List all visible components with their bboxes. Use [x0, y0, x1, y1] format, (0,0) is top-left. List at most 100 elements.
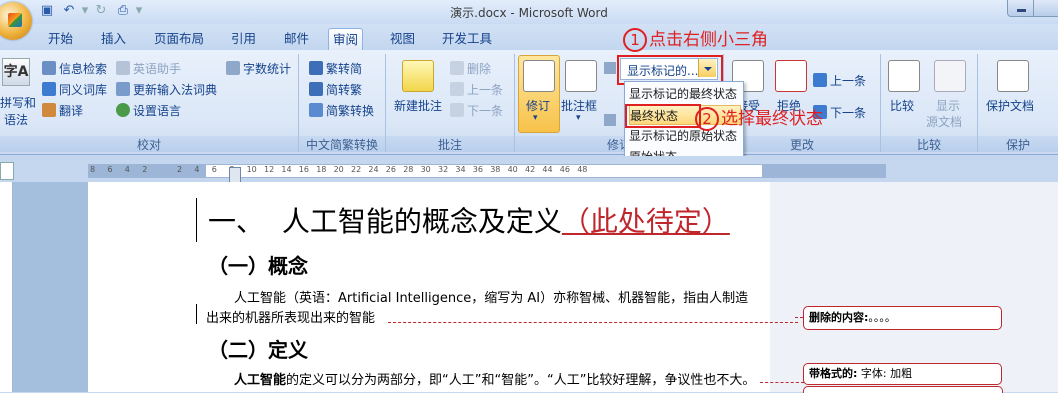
to-simplified-button[interactable]: 繁转简: [309, 60, 362, 77]
minimize-button[interactable]: [1007, 0, 1035, 17]
group-label-changes: 更改: [724, 136, 880, 152]
ruler-tick-label: 32: [438, 165, 449, 174]
next-comment-button[interactable]: 下一条: [450, 102, 503, 119]
ruler-tick-label: 28: [403, 165, 414, 174]
balloons-button[interactable]: 批注框: [561, 97, 597, 114]
ruler-tick-label: 18: [316, 165, 327, 174]
new-comment-button[interactable]: 新建批注: [394, 97, 442, 114]
chinese-conversion-button[interactable]: 简繁转换: [309, 102, 374, 119]
step2-number: 2: [695, 107, 719, 131]
track-changes-label: 修订: [526, 99, 551, 113]
display-markup-icon: [604, 62, 616, 74]
office-logo-icon: [8, 13, 22, 27]
tab-developer[interactable]: 开发工具: [438, 28, 496, 50]
change-bar: [196, 304, 197, 324]
inserted-text: （此处待定）: [561, 205, 730, 238]
english-assistant-button[interactable]: 英语助手: [116, 60, 181, 77]
research-icon: [42, 61, 56, 75]
ruler-tick-label: 16: [298, 165, 309, 174]
thesaurus-button[interactable]: 同义词库: [42, 81, 107, 98]
lock-icon: [997, 60, 1029, 92]
translate-button[interactable]: 翻译: [42, 102, 83, 119]
ruler-tick-label: 34: [455, 165, 466, 174]
translate-icon: [42, 103, 56, 117]
tab-insert[interactable]: 插入: [97, 28, 130, 50]
ruler-tick-label: 22: [351, 165, 362, 174]
word-count-icon: [226, 61, 240, 75]
maximize-button[interactable]: [1033, 0, 1058, 17]
ruler-tick-label: 36: [472, 165, 483, 174]
spelling-line2[interactable]: 语法: [4, 111, 28, 128]
tab-home[interactable]: 开始: [44, 28, 77, 50]
previous-change-button[interactable]: 上一条: [813, 72, 866, 89]
protect-document-button[interactable]: 保护文档: [986, 97, 1034, 114]
ruler-tick-label: 6: [107, 165, 113, 174]
ruler-tick-label: 8: [90, 165, 96, 174]
tab-mailings[interactable]: 邮件: [280, 28, 313, 50]
vertical-ruler: [0, 182, 13, 392]
delete-comment-button[interactable]: 删除: [450, 60, 491, 77]
show-source-line1[interactable]: 显示: [936, 97, 960, 114]
window-title: 演示.docx - Microsoft Word: [450, 6, 608, 20]
balloons-dropdown-icon[interactable]: ▾: [576, 113, 581, 123]
ime-dictionary-icon: [116, 82, 130, 96]
track-changes-dropdown-icon[interactable]: ▾: [533, 113, 538, 123]
set-language-button[interactable]: 设置语言: [116, 102, 181, 119]
to-traditional-button[interactable]: 简转繁: [309, 81, 362, 98]
language-globe-icon: [116, 103, 130, 117]
formatted-balloon[interactable]: 带格式的: 字体: 加粗: [803, 363, 1002, 385]
tab-selector[interactable]: [0, 162, 14, 180]
heading-2-definition: （二）定义: [208, 338, 308, 362]
ruler-tick-label: 4: [194, 165, 200, 174]
ruler-tick-label: 20: [333, 165, 344, 174]
annotation-step-2: 2 选择最终状态: [695, 104, 823, 131]
spelling-icon: 字A: [2, 58, 30, 86]
indent-marker-icon[interactable]: [229, 167, 241, 183]
ruler-tick-label: 48: [577, 165, 588, 174]
markup-area: [770, 182, 1058, 392]
tab-view[interactable]: 视图: [386, 28, 419, 50]
ruler-tick-label: 24: [368, 165, 379, 174]
compare-button[interactable]: 比较: [890, 97, 914, 114]
previous-comment-icon: [450, 82, 464, 96]
annotation-step-1: 1 点击右侧小三角: [623, 25, 768, 52]
group-label-protect: 保护: [978, 136, 1058, 152]
word-count-button[interactable]: 字数统计: [226, 60, 291, 77]
menu-item-final-showing-markup[interactable]: 显示标记的最终状态: [629, 84, 741, 104]
previous-change-icon: [813, 73, 827, 87]
ruler-numbers: 8642246810121416182022242628303234363840…: [88, 165, 888, 177]
paragraph-1-line-1: 人工智能（英语：Artificial Intelligence，缩写为 AI）亦…: [234, 291, 749, 306]
paragraph-1-line-2: 出来的机器所表现出来的智能: [206, 311, 376, 326]
paragraph-2: 人工智能的定义可以分为两部分，即“人工”和“智能”。“人工”比较好理解，争议性也…: [234, 373, 756, 388]
delete-comment-icon: [450, 61, 464, 75]
group-label-compare: 比较: [881, 136, 977, 152]
step1-number: 1: [623, 28, 647, 52]
ruler-tick-label: 44: [542, 165, 553, 174]
to-simplified-icon: [309, 61, 323, 75]
research-button[interactable]: 信息检索: [42, 60, 107, 77]
tab-references[interactable]: 引用: [227, 28, 260, 50]
ruler-tick-label: 46: [559, 165, 570, 174]
new-comment-icon: [402, 60, 434, 92]
show-markup-icon: [604, 114, 616, 126]
tab-review[interactable]: 审阅: [328, 28, 364, 51]
conversion-icon: [309, 103, 323, 117]
ruler-tick-label: 2: [177, 165, 183, 174]
highlight-box-2: [625, 104, 701, 128]
spelling-line1[interactable]: 拼写和: [0, 94, 36, 111]
balloon-connector: [760, 382, 804, 383]
show-source-line2[interactable]: 源文档: [926, 113, 962, 130]
next-comment-icon: [450, 103, 464, 117]
ruler-tick-label: 12: [264, 165, 275, 174]
track-changes-icon: [523, 60, 555, 92]
to-traditional-icon: [309, 82, 323, 96]
update-ime-button[interactable]: 更新输入法词典: [116, 81, 217, 98]
minimize-icon: [1017, 9, 1026, 12]
show-source-icon: [934, 60, 966, 92]
deleted-content-balloon[interactable]: 删除的内容:。。。。: [803, 306, 1002, 330]
reject-icon: [775, 60, 807, 92]
previous-comment-button[interactable]: 上一条: [450, 81, 503, 98]
change-bar: [196, 198, 197, 242]
tab-page-layout[interactable]: 页面布局: [150, 28, 208, 50]
ruler-tick-label: 42: [525, 165, 536, 174]
